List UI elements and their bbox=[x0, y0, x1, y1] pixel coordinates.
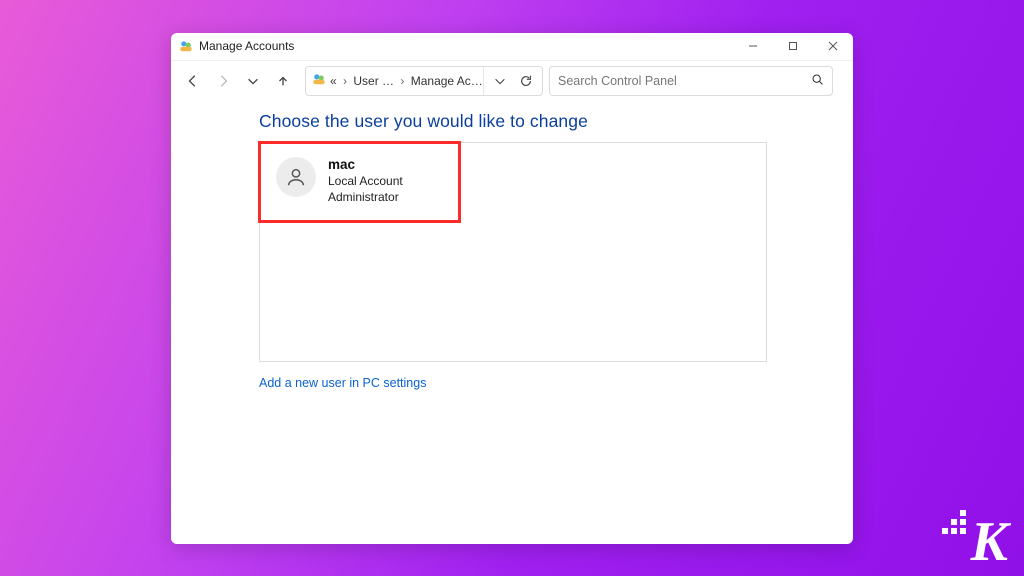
manage-accounts-window: Manage Accounts bbox=[171, 33, 853, 544]
breadcrumb[interactable]: « › User … › Manage Accou… bbox=[330, 74, 483, 88]
address-bar[interactable]: « › User … › Manage Accou… bbox=[305, 66, 543, 96]
accounts-list: mac Local Account Administrator bbox=[259, 142, 767, 362]
breadcrumb-segment[interactable]: User … bbox=[353, 74, 394, 88]
user-accounts-icon bbox=[179, 39, 193, 53]
add-user-link[interactable]: Add a new user in PC settings bbox=[259, 376, 426, 390]
user-accounts-icon bbox=[312, 72, 326, 89]
maximize-button[interactable] bbox=[773, 33, 813, 61]
toolbar: « › User … › Manage Accou… Search Contro bbox=[171, 61, 853, 101]
content-area: Choose the user you would like to change… bbox=[171, 101, 853, 544]
watermark-dots bbox=[942, 510, 966, 534]
up-button[interactable] bbox=[269, 67, 297, 95]
window-controls bbox=[733, 33, 853, 61]
breadcrumb-segment[interactable]: Manage Accou… bbox=[411, 74, 483, 88]
account-name: mac bbox=[328, 157, 403, 173]
window-title: Manage Accounts bbox=[199, 39, 294, 53]
refresh-button[interactable] bbox=[514, 67, 538, 95]
account-role: Administrator bbox=[328, 189, 403, 205]
navigation-buttons bbox=[179, 67, 297, 95]
account-info: mac Local Account Administrator bbox=[328, 157, 403, 206]
forward-button[interactable] bbox=[209, 67, 237, 95]
back-button[interactable] bbox=[179, 67, 207, 95]
chevron-right-icon: › bbox=[400, 74, 404, 88]
recent-locations-button[interactable] bbox=[239, 67, 267, 95]
chevron-right-icon: › bbox=[343, 74, 347, 88]
watermark-logo: K bbox=[971, 514, 1008, 570]
search-placeholder: Search Control Panel bbox=[558, 74, 677, 88]
address-dropdown-button[interactable] bbox=[488, 67, 512, 95]
breadcrumb-root[interactable]: « bbox=[330, 74, 337, 88]
page-heading: Choose the user you would like to change bbox=[259, 111, 588, 132]
minimize-button[interactable] bbox=[733, 33, 773, 61]
desktop-background: Manage Accounts bbox=[0, 0, 1024, 576]
avatar bbox=[276, 157, 316, 197]
search-input[interactable]: Search Control Panel bbox=[549, 66, 833, 96]
account-type: Local Account bbox=[328, 173, 403, 189]
search-icon bbox=[811, 73, 824, 89]
account-tile[interactable]: mac Local Account Administrator bbox=[270, 153, 756, 210]
title-bar: Manage Accounts bbox=[171, 33, 853, 61]
close-button[interactable] bbox=[813, 33, 853, 61]
